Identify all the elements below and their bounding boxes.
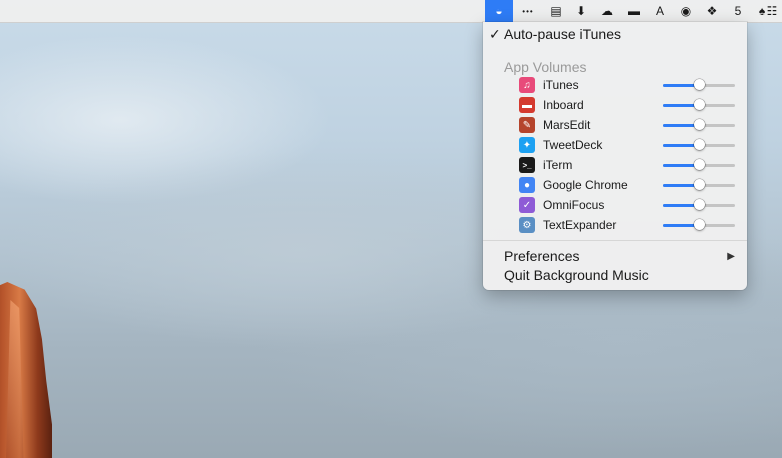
menu-bar: ◒ ••• ▤ ⬇ ☁ ▬ A ◉ ❖ 5 ♠ ☷ [0,0,782,23]
app-name: TextExpander [543,218,617,232]
a-logo-icon[interactable]: A [650,2,670,20]
app-row-inboard: ▬ Inboard [483,95,747,115]
auto-pause-label: Auto-pause iTunes [504,26,621,42]
more-dots-icon[interactable]: ••• [518,2,538,20]
textexpander-icon: ⚙ [519,217,535,233]
app-row-tweetdeck: ✦ TweetDeck [483,135,747,155]
top-hat-icon[interactable]: ▤ [546,2,566,20]
checkmark-icon: ✓ [489,26,501,42]
iterm-icon: >_ [519,157,535,173]
tweetdeck-icon: ✦ [519,137,535,153]
volume-slider-knob[interactable] [694,79,705,90]
volume-slider-knob[interactable] [694,199,705,210]
app-name: Inboard [543,98,584,112]
sync-circle-icon[interactable]: ◉ [676,2,696,20]
app-row-textexpander: ⚙ TextExpander [483,215,747,235]
volume-slider-knob[interactable] [694,179,705,190]
clipboard-icon[interactable]: ☷ [762,2,782,20]
marsedit-icon: ✎ [519,117,535,133]
volume-slider[interactable] [663,219,735,230]
omnifocus-icon: ✓ [519,197,535,213]
app-row-google-chrome: ● Google Chrome [483,175,747,195]
menu-separator [483,240,747,241]
app-row-omnifocus: ✓ OmniFocus [483,195,747,215]
volume-slider[interactable] [663,79,735,90]
auto-pause-itunes-item[interactable]: ✓ Auto-pause iTunes [483,25,747,44]
cloud-app-icon[interactable]: ☁ [597,2,617,20]
preferences-item[interactable]: Preferences ▶ [483,247,747,266]
quit-label: Quit Background Music [504,267,649,283]
download-box-icon[interactable]: ⬇ [571,2,591,20]
submenu-arrow-icon: ▶ [727,251,735,262]
volume-slider-knob[interactable] [694,159,705,170]
volume-slider[interactable] [663,119,735,130]
quit-item[interactable]: Quit Background Music [483,266,747,285]
app-name: iTunes [543,78,579,92]
volume-slider-knob[interactable] [694,99,705,110]
background-music-icon[interactable]: ◒ [485,0,513,22]
app-name: Google Chrome [543,178,628,192]
volume-slider-knob[interactable] [694,139,705,150]
app-name: OmniFocus [543,198,605,212]
html5-shield-icon[interactable]: 5 [728,2,748,20]
app-volumes-heading: App Volumes [504,59,587,75]
volume-slider[interactable] [663,179,735,190]
chrome-icon: ● [519,177,535,193]
app-row-marsedit: ✎ MarsEdit [483,115,747,135]
app-row-iterm: >_ iTerm [483,155,747,175]
volume-slider-knob[interactable] [694,219,705,230]
dropbox-icon[interactable]: ❖ [702,2,722,20]
preferences-label: Preferences [504,248,580,264]
volume-slider[interactable] [663,199,735,210]
itunes-icon: ♫ [519,77,535,93]
background-music-menu: ✓ Auto-pause iTunes App Volumes ♫ iTunes ▬… [483,22,747,290]
volume-slider[interactable] [663,139,735,150]
app-name: TweetDeck [543,138,603,152]
toolbox-icon[interactable]: ▬ [624,2,644,20]
app-row-itunes: ♫ iTunes [483,75,747,95]
volume-slider[interactable] [663,99,735,110]
volume-slider[interactable] [663,159,735,170]
app-name: MarsEdit [543,118,591,132]
app-name: iTerm [543,158,573,172]
volume-slider-knob[interactable] [694,119,705,130]
inboard-icon: ▬ [519,97,535,113]
